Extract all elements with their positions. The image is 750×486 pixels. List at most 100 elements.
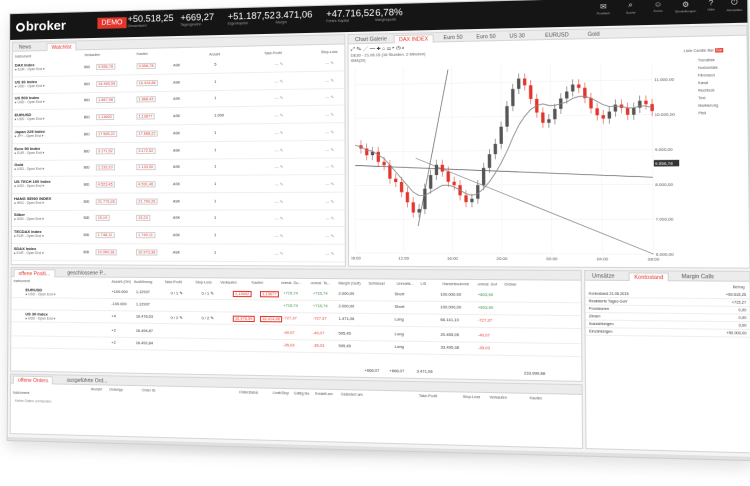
take-profit-edit-icon[interactable]: — ✎ [275, 96, 283, 101]
positions-column-header[interactable]: Kaufen [252, 281, 264, 285]
amount-value[interactable]: 1 [214, 80, 216, 84]
take-profit-edit-icon[interactable]: — ✎ [275, 233, 283, 238]
stop-loss-edit-icon[interactable]: — ✎ [325, 164, 334, 169]
stop-loss-edit-icon[interactable]: — ✎ [325, 181, 334, 186]
stop-loss-edit-icon[interactable]: — ✎ [325, 95, 334, 100]
buy-price[interactable]: 16.418,86 [136, 79, 158, 87]
positions-column-header[interactable]: Instrument [14, 279, 30, 283]
sell-price[interactable]: 4.523,45 [95, 181, 115, 188]
positions-column-header[interactable]: Handelssumme [442, 282, 469, 286]
col-take-profit[interactable]: Take-Profit [264, 51, 282, 55]
price-chart[interactable]: 11.000,00 10.000,00 9.000,00 8.000,00 7.000,… [351, 57, 693, 269]
orders-column-header[interactable]: Limit/Stop [273, 391, 289, 396]
amount-value[interactable]: 1 [214, 97, 216, 101]
buy-price[interactable]: 9.558,78 [136, 62, 156, 70]
watchlist-row[interactable]: Euro 50 Index ● EUR - Open End ▾ BID 3.171,… [12, 141, 345, 161]
orders-column-header[interactable]: Erstellt am [315, 392, 333, 397]
orders-column-header[interactable]: Ordertyp [109, 388, 123, 392]
positions-column-header[interactable]: L/S [421, 282, 427, 286]
watchlist-row[interactable]: TECDAX Index ● EUR - Open End ▾ BID 1.748,1… [11, 227, 345, 245]
take-profit-edit-icon[interactable]: — ✎ [275, 250, 283, 256]
tab-executed-orders[interactable]: ausgeführte Ord... [63, 377, 112, 386]
mail-icon[interactable]: ✉ Postfach [591, 2, 616, 16]
candle-button[interactable]: Candle [693, 48, 706, 53]
buy-price[interactable]: 15,23 [136, 215, 150, 222]
tab-gold[interactable]: Gold [583, 30, 604, 39]
bar-button-b[interactable]: Bar [714, 48, 724, 53]
drawing-tool-item[interactable]: Pfeil [698, 110, 718, 118]
tab-euro-50[interactable]: Euro 50 [439, 33, 467, 42]
sell-price[interactable]: 1.867,98 [96, 97, 116, 104]
trendline-up[interactable] [418, 70, 449, 226]
logout-icon[interactable]: ⏻ Abmelden [722, 0, 748, 12]
sell-price[interactable]: 17.565,22 [95, 130, 118, 138]
amount-value[interactable]: 1 [214, 216, 216, 220]
take-profit-edit-icon[interactable]: — ✎ [275, 130, 283, 135]
orders-column-header[interactable]: Stop-Loss [463, 395, 480, 400]
positions-column-header[interactable]: Unrealis... [397, 282, 414, 286]
watchlist-row[interactable]: HANG SENG INDEX ● HKD - Open End ▾ BID 21.7… [12, 193, 345, 211]
tab-open-orders[interactable]: offene Orders [12, 375, 54, 385]
tab-euro-50-b[interactable]: Euro 50 [472, 33, 500, 42]
positions-column-header[interactable]: Ordner [504, 282, 516, 286]
amount-value[interactable]: 5 [214, 63, 216, 67]
sell-price[interactable]: 1.748,11 [95, 232, 115, 239]
tab-dax-index[interactable]: DAX INDEX [393, 34, 434, 44]
stop-loss-edit-icon[interactable]: — ✎ [326, 251, 335, 256]
amount-value[interactable]: 1 [214, 182, 216, 186]
positions-column-header[interactable]: Margin (Gutt) [338, 281, 360, 285]
orders-column-header[interactable]: Gültig bis [294, 391, 310, 395]
sell-price[interactable]: 1,13652 [96, 113, 114, 121]
positions-column-header[interactable]: Take-Profit [165, 280, 182, 284]
tab-news[interactable]: News [15, 43, 35, 51]
help-icon[interactable]: ? Hilfe [698, 0, 724, 12]
amount-value[interactable]: 1.000 [214, 113, 224, 117]
watchlist-row[interactable]: SDAX Index ● EUR - Open End ▾ BID 10.960,38… [11, 244, 345, 263]
linie-button[interactable]: Linie [684, 49, 693, 53]
tab-open-positions[interactable]: offene Positi... [13, 269, 55, 278]
buy-price[interactable]: 1.749,11 [136, 232, 155, 239]
positions-column-header[interactable]: Stop-Loss [195, 280, 211, 284]
buy-price[interactable]: 1.868,43 [136, 96, 156, 103]
tab-balance[interactable]: Kontostand [628, 272, 670, 282]
tab-eurusd[interactable]: EURUSD [541, 31, 574, 40]
col-stop-loss[interactable]: Stop-Loss [321, 50, 338, 54]
take-profit-edit-icon[interactable]: — ✎ [275, 113, 283, 118]
col-buy[interactable]: Kaufen [137, 52, 148, 56]
chart-toolbar[interactable]: ⤢ ✎ ╱ ━ ✚ ⌂ ▭ ▸ ◷ ◐ [351, 45, 405, 52]
tab-revenue[interactable]: Umsätze [587, 272, 619, 281]
sell-price[interactable]: 3.171,52 [95, 147, 115, 154]
amount-value[interactable]: 1 [214, 131, 216, 135]
tab-margin-calls[interactable]: Margin Calls [677, 273, 719, 282]
positions-column-header[interactable]: unreal. Gu... [281, 281, 301, 285]
positions-column-header[interactable]: Verkaufen [220, 280, 236, 284]
tab-chart-gallery[interactable]: Chart Galerie [351, 35, 391, 44]
col-instrument[interactable]: Instrument [15, 54, 31, 58]
user-icon[interactable]: ☺ Konto [645, 1, 670, 13]
buy-price[interactable]: 10.973,38 [136, 249, 158, 256]
amount-value[interactable]: 1 [214, 199, 216, 203]
watchlist-row[interactable]: US TECH 100 Index ● USD - Open End ▾ BID 4.… [12, 175, 345, 194]
stop-loss-edit-icon[interactable]: — ✎ [326, 233, 335, 238]
amount-value[interactable]: 1 [214, 233, 216, 237]
stop-loss-edit-icon[interactable]: — ✎ [325, 112, 334, 117]
take-profit-edit-icon[interactable]: — ✎ [275, 181, 283, 187]
positions-column-header[interactable]: unreal. Ta... [311, 281, 330, 285]
stop-loss-edit-icon[interactable]: — ✎ [325, 77, 334, 82]
amount-value[interactable]: 1 [214, 165, 216, 169]
take-profit-edit-icon[interactable]: — ✎ [275, 164, 283, 169]
brand-logo[interactable]: broker [16, 18, 66, 34]
stop-loss-edit-icon[interactable]: — ✎ [325, 216, 334, 221]
take-profit-edit-icon[interactable]: — ✎ [275, 78, 283, 83]
positions-column-header[interactable]: Schlüssel [368, 281, 384, 285]
stop-loss-edit-icon[interactable]: — ✎ [325, 129, 334, 134]
bar-button[interactable]: Bar [707, 48, 713, 52]
tab-watchlist[interactable]: Watchlist [46, 42, 77, 52]
watchlist-row[interactable]: Silber ● USD - Open End ▾ BID 15,19 15,23 ASK… [11, 210, 345, 228]
buy-price[interactable]: 21.790,26 [136, 198, 158, 205]
orders-column-header[interactable]: Orderstatus [239, 390, 258, 395]
take-profit-edit-icon[interactable]: — ✎ [275, 61, 283, 66]
col-sell[interactable]: Verkaufen [84, 53, 100, 57]
drawing-tool-item[interactable]: Horizontale [698, 64, 718, 72]
buy-price[interactable]: 1.133,50 [136, 164, 156, 171]
